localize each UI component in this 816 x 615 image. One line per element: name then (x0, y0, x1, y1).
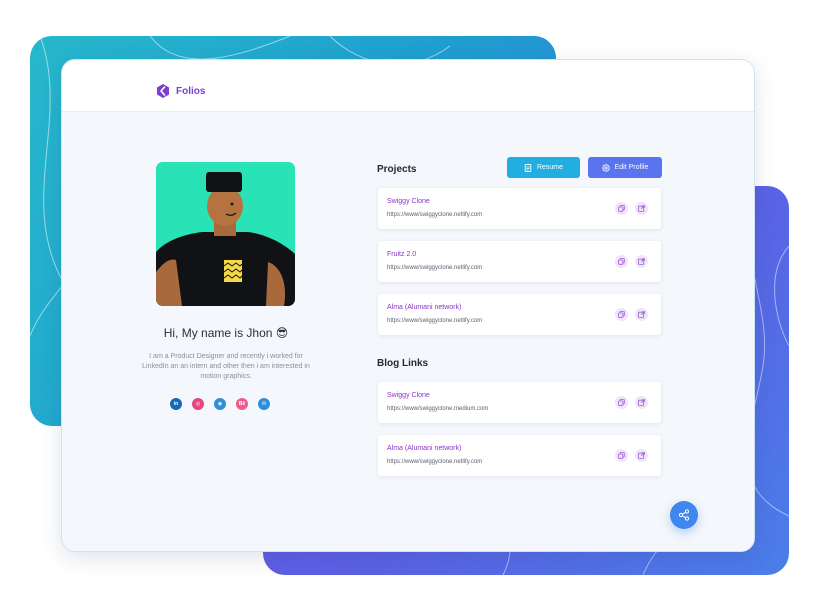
github-icon[interactable]: ◉ (214, 398, 226, 410)
link-url: https://www/swiggyclone.netlify.com (387, 459, 483, 465)
linkedin-icon[interactable]: in (170, 398, 182, 410)
link-url: https://www/swiggyclone.netlify.com (387, 318, 483, 324)
document-icon (524, 163, 532, 172)
avatar (156, 162, 295, 306)
dribbble-icon[interactable]: ◎ (192, 398, 204, 410)
brand-name: Folios (176, 85, 206, 97)
blog-card[interactable]: Alma (Alumani network) https://www/swiggy… (378, 435, 661, 476)
external-link-icon[interactable] (635, 255, 648, 268)
link-url: https://www/swiggyclone.netlify.com (387, 265, 483, 271)
behance-icon[interactable]: Bē (236, 398, 248, 410)
mail-icon[interactable]: ✉ (258, 398, 270, 410)
blog-links-title: Blog Links (377, 358, 429, 369)
share-icon (678, 509, 690, 521)
link-url: https://www/swiggyclone.medium.com (387, 406, 489, 412)
external-link-icon[interactable] (635, 396, 648, 409)
copy-icon[interactable] (615, 308, 628, 321)
sunglasses-emoji-icon: 😎 (275, 326, 289, 340)
profile-bio: I am a Product Designer and recently i w… (142, 353, 310, 380)
copy-icon[interactable] (615, 396, 628, 409)
link-title[interactable]: Alma (Alumani network) (387, 304, 461, 311)
gear-icon (601, 163, 610, 172)
social-links: in ◎ ◉ Bē ✉ (170, 398, 270, 410)
top-bar: Folios (62, 60, 754, 112)
profile-greeting: Hi, My name is Jhon 😎 (163, 326, 289, 340)
link-title[interactable]: Swiggy Clone (387, 392, 430, 399)
project-card[interactable]: Alma (Alumani network) https://www/swiggy… (378, 294, 661, 335)
edit-profile-button[interactable]: Edit Profile (588, 157, 662, 178)
copy-icon[interactable] (615, 449, 628, 462)
link-title[interactable]: Alma (Alumani network) (387, 445, 461, 452)
brand[interactable]: Folios (156, 84, 205, 98)
projects-title: Projects (377, 164, 417, 175)
external-link-icon[interactable] (635, 308, 648, 321)
folios-logo-icon (157, 84, 169, 98)
link-url: https://www/swiggyclone.netlify.com (387, 212, 483, 218)
project-card[interactable]: Fruitz 2.0 https://www/swiggyclone.netlif… (378, 241, 661, 282)
external-link-icon[interactable] (635, 449, 648, 462)
external-link-icon[interactable] (635, 202, 648, 215)
project-card[interactable]: Swiggy Clone https://www/swiggyclone.netl… (378, 188, 661, 229)
copy-icon[interactable] (615, 202, 628, 215)
link-title[interactable]: Fruitz 2.0 (387, 251, 416, 258)
blog-card[interactable]: Swiggy Clone https://www/swiggyclone.medi… (378, 382, 661, 423)
copy-icon[interactable] (615, 255, 628, 268)
link-title[interactable]: Swiggy Clone (387, 198, 430, 205)
share-button[interactable] (670, 501, 698, 529)
portfolio-card: Folios Hi, My name is Jhon 😎 I am a Prod… (61, 59, 755, 552)
resume-button[interactable]: Resume (507, 157, 580, 178)
